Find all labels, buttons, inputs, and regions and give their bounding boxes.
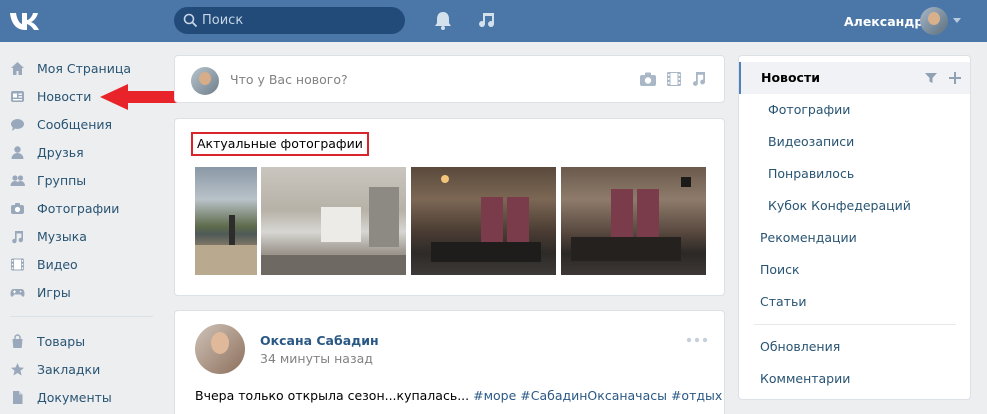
nav-item-music[interactable]: Музыка <box>0 222 165 250</box>
nav-item-friends[interactable]: Друзья <box>0 138 165 166</box>
right-menu-label: Рекомендации <box>760 230 857 245</box>
nav-label: Группы <box>37 173 87 188</box>
nav-item-photos[interactable]: Фотографии <box>0 194 165 222</box>
right-menu-search[interactable]: Поиск <box>739 254 970 286</box>
nav-label: Игры <box>37 285 71 300</box>
camera-icon <box>11 203 24 214</box>
nav-item-documents[interactable]: Документы <box>0 383 165 411</box>
music-icon <box>12 231 24 244</box>
star-icon <box>11 363 24 376</box>
feed-post: Оксана Сабадин 34 минуты назад Вчера тол… <box>174 310 725 414</box>
right-menu-label: Понравилось <box>768 166 855 181</box>
right-menu-label: Видеозаписи <box>768 134 855 149</box>
post-composer[interactable]: Что у Вас нового? <box>174 55 725 103</box>
right-menu-divider <box>754 324 956 325</box>
nav-item-games[interactable]: Игры <box>0 278 165 306</box>
messages-icon <box>11 119 24 131</box>
nav-label: Документы <box>37 390 112 405</box>
photo-thumbnail[interactable] <box>261 167 406 275</box>
music-icon[interactable] <box>477 9 499 31</box>
post-hashtags[interactable]: #море #СабадинОксаначасы #отдых <box>473 388 722 403</box>
person-icon <box>11 146 24 159</box>
right-menu-comments[interactable]: Комментарии <box>739 363 970 395</box>
nav-label: Друзья <box>37 145 84 160</box>
photo-thumbnail[interactable] <box>561 167 706 275</box>
nav-item-goods[interactable]: Товары <box>0 327 165 355</box>
photo-thumbnail[interactable] <box>411 167 556 275</box>
search-input[interactable] <box>202 7 397 34</box>
groups-icon <box>10 175 25 186</box>
user-avatar[interactable] <box>920 7 948 35</box>
right-menu-label: Фотографии <box>768 102 851 117</box>
right-menu-confed-cup[interactable]: Кубок Конфедераций <box>739 190 970 222</box>
right-menu-updates[interactable]: Обновления <box>739 331 970 363</box>
right-menu-label: Статьи <box>760 294 807 309</box>
nav-item-groups[interactable]: Группы <box>0 166 165 194</box>
filter-icon[interactable] <box>924 71 938 85</box>
nav-label: Моя Страница <box>37 61 131 76</box>
avatar[interactable] <box>195 324 245 374</box>
right-menu-label: Обновления <box>760 339 841 354</box>
film-icon[interactable] <box>665 71 683 87</box>
right-menu-photos[interactable]: Фотографии <box>739 94 970 126</box>
post-body: Вчера только открыла сезон...купалась... <box>195 388 470 403</box>
photo-thumbnail[interactable] <box>195 167 257 275</box>
post-time[interactable]: 34 минуты назад <box>260 351 373 366</box>
right-menu-label: Поиск <box>760 262 800 277</box>
nav-item-video[interactable]: Видео <box>0 250 165 278</box>
nav-item-messages[interactable]: Сообщения <box>0 110 165 138</box>
post-text: Вчера только открыла сезон...купалась...… <box>195 388 722 403</box>
more-options-icon[interactable] <box>686 337 708 343</box>
document-icon <box>13 391 23 404</box>
nav-label: Сообщения <box>37 117 113 132</box>
nav-item-bookmarks[interactable]: Закладки <box>0 355 165 383</box>
post-author[interactable]: Оксана Сабадин <box>260 333 379 348</box>
top-bar: Александр <box>0 0 987 42</box>
right-menu-recommendations[interactable]: Рекомендации <box>739 222 970 254</box>
music-icon[interactable] <box>690 71 708 87</box>
nav-label: Фотографии <box>37 201 120 216</box>
vk-logo-icon[interactable] <box>8 8 44 34</box>
nav-label: Новости <box>37 89 92 104</box>
search-icon <box>183 13 198 28</box>
camera-icon[interactable] <box>639 71 657 87</box>
film-icon <box>11 258 24 271</box>
nav-divider <box>10 316 153 317</box>
user-name[interactable]: Александр <box>844 14 923 29</box>
right-menu-label: Комментарии <box>760 371 851 386</box>
right-menu-articles[interactable]: Статьи <box>739 286 970 318</box>
bag-icon <box>12 334 23 348</box>
right-menu-label: Кубок Конфедераций <box>768 198 911 213</box>
actual-photos-block: Актуальные фотографии <box>174 118 725 296</box>
right-filter-menu: Новости Фотографии Видеозаписи Понравило… <box>738 55 971 400</box>
nav-item-my-page[interactable]: Моя Страница <box>0 54 165 82</box>
nav-label: Музыка <box>37 229 87 244</box>
news-icon <box>11 91 24 102</box>
avatar[interactable] <box>191 67 219 95</box>
gamepad-icon <box>10 289 25 297</box>
bell-icon[interactable] <box>432 9 454 31</box>
composer-placeholder[interactable]: Что у Вас нового? <box>230 72 348 87</box>
plus-icon[interactable] <box>948 71 962 85</box>
right-menu-label: Новости <box>761 70 820 85</box>
right-menu-liked[interactable]: Понравилось <box>739 158 970 190</box>
right-menu-news[interactable]: Новости <box>739 62 970 94</box>
nav-label: Закладки <box>37 362 101 377</box>
chevron-down-icon[interactable] <box>953 18 961 23</box>
search-box[interactable] <box>174 7 405 34</box>
right-menu-videos[interactable]: Видеозаписи <box>739 126 970 158</box>
home-icon <box>11 62 24 75</box>
nav-label: Товары <box>37 334 86 349</box>
nav-label: Видео <box>37 257 78 272</box>
actual-photos-title[interactable]: Актуальные фотографии <box>191 132 369 156</box>
